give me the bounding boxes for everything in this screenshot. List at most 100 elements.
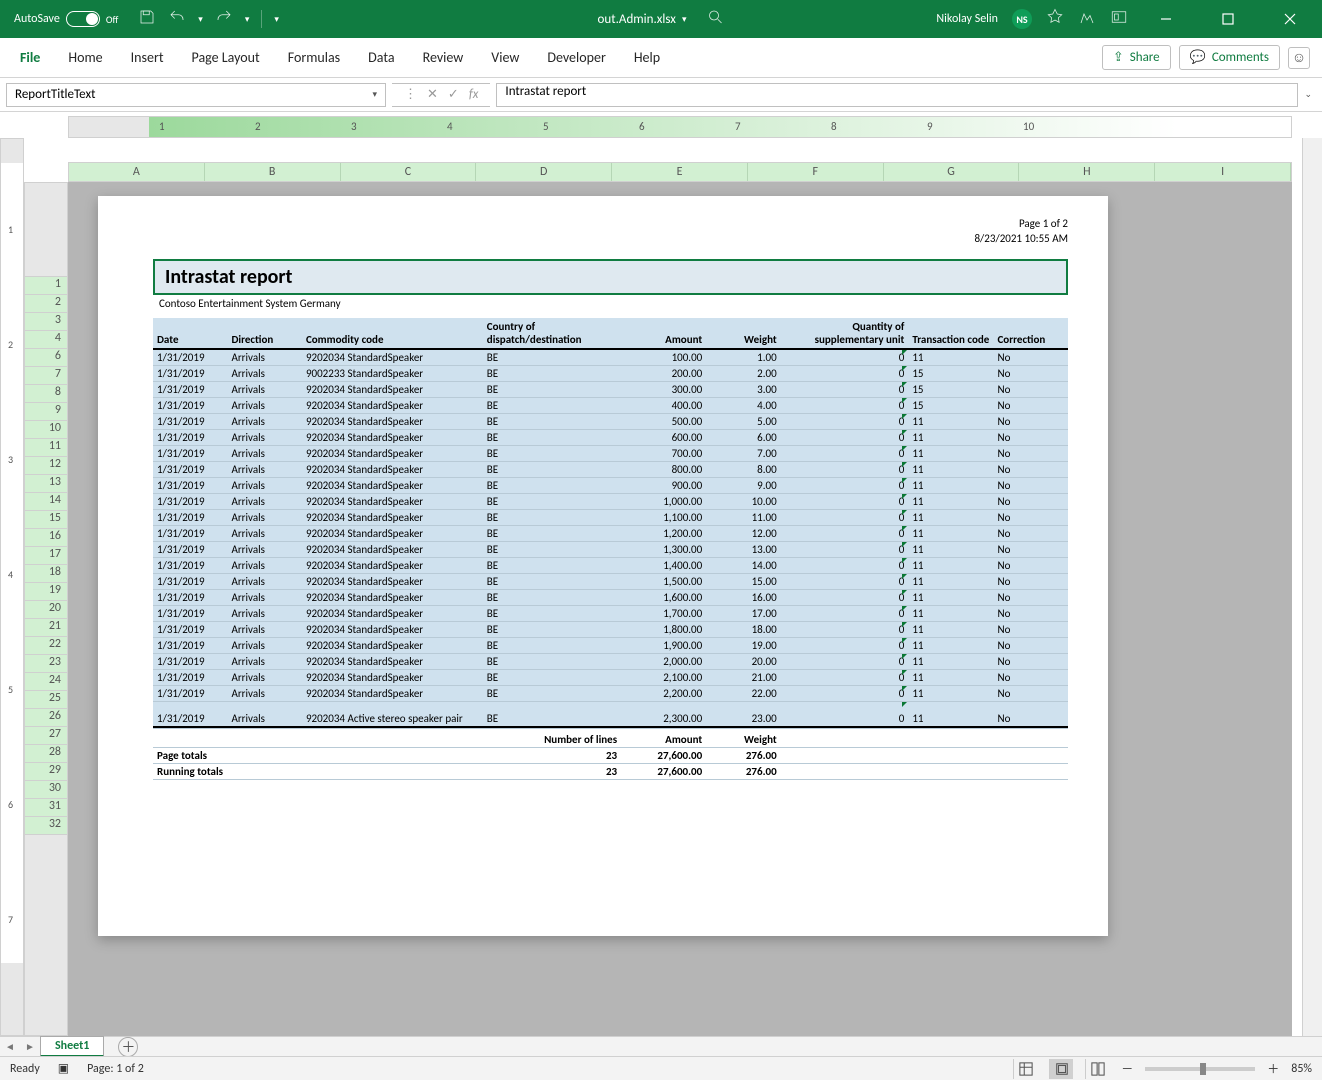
row-header-31[interactable]: 31: [25, 799, 67, 817]
search-icon[interactable]: [706, 8, 724, 30]
cell-qty[interactable]: 0: [781, 605, 909, 621]
cell-wt[interactable]: 4.00: [706, 397, 780, 413]
cell-ctry[interactable]: BE: [483, 589, 621, 605]
hdr-date[interactable]: Date: [153, 318, 227, 349]
table-row[interactable]: 1/31/2019Arrivals9202034 StandardSpeaker…: [153, 589, 1068, 605]
cell-amt[interactable]: 800.00: [621, 461, 706, 477]
view-page-break-button[interactable]: [1085, 1059, 1109, 1079]
cell-txn[interactable]: 11: [908, 525, 993, 541]
cell-ctry[interactable]: BE: [483, 653, 621, 669]
row-header-28[interactable]: 28: [25, 745, 67, 763]
cell-dir[interactable]: Arrivals: [227, 669, 301, 685]
cell-date[interactable]: 1/31/2019: [153, 381, 227, 397]
cell-amt[interactable]: 200.00: [621, 365, 706, 381]
row-header-29[interactable]: 29: [25, 763, 67, 781]
cell-wt[interactable]: 10.00: [706, 493, 780, 509]
cell-ctry[interactable]: BE: [483, 573, 621, 589]
cell-date[interactable]: 1/31/2019: [153, 445, 227, 461]
cell-ctry[interactable]: BE: [483, 621, 621, 637]
cell-corr[interactable]: No: [993, 493, 1068, 509]
row-header-3[interactable]: 3: [25, 313, 67, 331]
row-header-16[interactable]: 16: [25, 529, 67, 547]
cell-comm[interactable]: 9202034 StandardSpeaker: [302, 429, 483, 445]
zoom-level[interactable]: 85%: [1291, 1062, 1312, 1076]
cell-ctry[interactable]: BE: [483, 429, 621, 445]
row-headers[interactable]: 1234678910111213141516171819202122232425…: [24, 182, 68, 1036]
cell-comm[interactable]: 9202034 StandardSpeaker: [302, 557, 483, 573]
cell-txn[interactable]: 11: [908, 637, 993, 653]
cell-wt[interactable]: 12.00: [706, 525, 780, 541]
cell-date[interactable]: 1/31/2019: [153, 541, 227, 557]
share-button[interactable]: ⇪ Share: [1102, 45, 1171, 70]
tab-insert[interactable]: Insert: [117, 38, 178, 78]
cell-ctry[interactable]: BE: [483, 605, 621, 621]
cell-comm[interactable]: 9202034 StandardSpeaker: [302, 637, 483, 653]
cell-amt[interactable]: 100.00: [621, 349, 706, 366]
cell-dir[interactable]: Arrivals: [227, 493, 301, 509]
col-header-D[interactable]: D: [476, 163, 612, 181]
add-sheet-button[interactable]: ＋: [118, 1037, 138, 1057]
cell-date[interactable]: 1/31/2019: [153, 637, 227, 653]
hdr-commodity[interactable]: Commodity code: [302, 318, 483, 349]
row-header-27[interactable]: 27: [25, 727, 67, 745]
cell-amt[interactable]: 500.00: [621, 413, 706, 429]
cell-date[interactable]: 1/31/2019: [153, 621, 227, 637]
cell-txn[interactable]: 11: [908, 445, 993, 461]
cell-comm[interactable]: 9202034 StandardSpeaker: [302, 397, 483, 413]
cell-txn[interactable]: 11: [908, 429, 993, 445]
enter-icon[interactable]: ✓: [448, 87, 459, 102]
cell-wt[interactable]: 16.00: [706, 589, 780, 605]
table-row[interactable]: 1/31/2019Arrivals9202034 StandardSpeaker…: [153, 605, 1068, 621]
table-row[interactable]: 1/31/2019Arrivals9202034 StandardSpeaker…: [153, 685, 1068, 701]
report-subtitle[interactable]: Contoso Entertainment System Germany: [153, 295, 1068, 312]
cell-txn[interactable]: 11: [908, 541, 993, 557]
premium-icon[interactable]: [1046, 8, 1064, 30]
cell-date[interactable]: 1/31/2019: [153, 509, 227, 525]
cell-comm[interactable]: 9202034 StandardSpeaker: [302, 605, 483, 621]
save-icon[interactable]: [138, 8, 156, 30]
row-header-20[interactable]: 20: [25, 601, 67, 619]
cell-date[interactable]: 1/31/2019: [153, 365, 227, 381]
autosave-toggle[interactable]: AutoSave Off: [4, 11, 128, 27]
cell-date[interactable]: 1/31/2019: [153, 429, 227, 445]
cell-corr[interactable]: No: [993, 509, 1068, 525]
row-header-18[interactable]: 18: [25, 565, 67, 583]
name-box[interactable]: ReportTitleText ▾: [6, 83, 386, 107]
cell-date[interactable]: 1/31/2019: [153, 493, 227, 509]
cell-qty[interactable]: 0: [781, 349, 909, 366]
cell-wt[interactable]: 22.00: [706, 685, 780, 701]
cell-comm[interactable]: 9202034 StandardSpeaker: [302, 669, 483, 685]
cell-qty[interactable]: 0: [781, 557, 909, 573]
cell-amt[interactable]: 1,700.00: [621, 605, 706, 621]
coming-soon-icon[interactable]: [1078, 8, 1096, 30]
cell-comm[interactable]: 9202034 StandardSpeaker: [302, 589, 483, 605]
cell-corr[interactable]: No: [993, 589, 1068, 605]
row-header-10[interactable]: 10: [25, 421, 67, 439]
close-button[interactable]: [1266, 0, 1314, 38]
cell-txn[interactable]: 11: [908, 509, 993, 525]
hdr-correction[interactable]: Correction: [993, 318, 1068, 349]
table-row[interactable]: 1/31/2019Arrivals9202034 StandardSpeaker…: [153, 477, 1068, 493]
cell-ctry[interactable]: BE: [483, 669, 621, 685]
cell-dir[interactable]: Arrivals: [227, 589, 301, 605]
cell-ctry[interactable]: BE: [483, 701, 621, 727]
cell-amt[interactable]: 2,300.00: [621, 701, 706, 727]
cell-dir[interactable]: Arrivals: [227, 541, 301, 557]
hdr-direction[interactable]: Direction: [227, 318, 301, 349]
cell-amt[interactable]: 1,000.00: [621, 493, 706, 509]
maximize-button[interactable]: [1204, 0, 1252, 38]
cell-txn[interactable]: 11: [908, 653, 993, 669]
col-header-H[interactable]: H: [1019, 163, 1155, 181]
sheet-nav-next[interactable]: ►: [20, 1040, 40, 1053]
hdr-transaction[interactable]: Transaction code: [908, 318, 993, 349]
cell-comm[interactable]: 9202034 StandardSpeaker: [302, 493, 483, 509]
row-header-22[interactable]: 22: [25, 637, 67, 655]
macro-recorder-icon[interactable]: ▣: [58, 1061, 69, 1076]
zoom-out-button[interactable]: －: [1121, 1060, 1133, 1077]
cell-qty[interactable]: 0: [781, 541, 909, 557]
cell-comm[interactable]: 9202034 StandardSpeaker: [302, 477, 483, 493]
cell-date[interactable]: 1/31/2019: [153, 477, 227, 493]
sheet-nav-prev[interactable]: ◄: [0, 1040, 20, 1053]
row-header-13[interactable]: 13: [25, 475, 67, 493]
tab-data[interactable]: Data: [354, 38, 408, 78]
